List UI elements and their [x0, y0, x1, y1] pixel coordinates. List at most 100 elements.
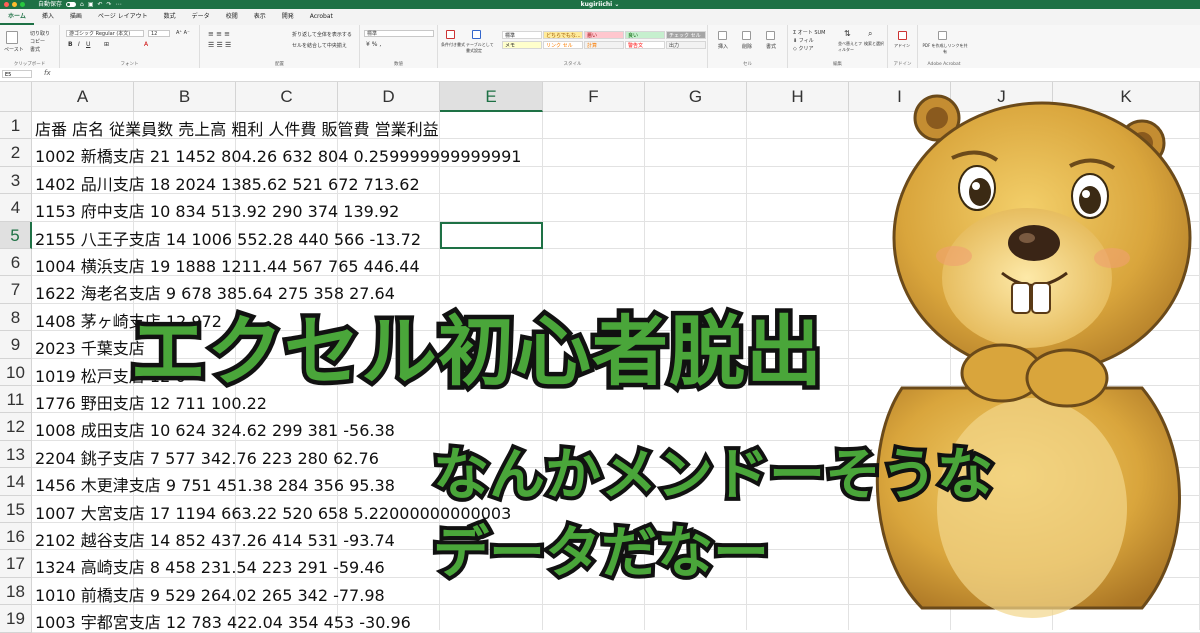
row-header[interactable]: 10 [0, 358, 32, 386]
create-pdf-button[interactable]: PDF を作成しリンクを共有 [922, 43, 968, 55]
cell-a13[interactable]: 2204 銚子支店 7 577 342.76 223 280 62.76 [35, 445, 379, 469]
row-header[interactable]: 12 [0, 413, 32, 441]
row-header[interactable]: 2 [0, 139, 32, 167]
pdf-icon[interactable] [938, 31, 947, 40]
border-icon[interactable]: ⊞ [104, 41, 109, 48]
font-name-select[interactable]: 游ゴシック Regular (本文) [66, 30, 144, 37]
tab-1[interactable]: 挿入 [34, 9, 62, 25]
column-header-c[interactable]: C [236, 82, 338, 112]
format-cells-button[interactable]: 書式 [766, 43, 776, 50]
font-size-select[interactable]: 12 [148, 30, 170, 37]
cell-style-chip[interactable]: 計算 [584, 41, 624, 49]
cell-style-chip[interactable]: メモ [502, 41, 542, 49]
paste-button[interactable]: ペースト [4, 46, 24, 53]
format-cells-icon[interactable] [766, 31, 775, 40]
row-header[interactable]: 16 [0, 523, 32, 551]
cell-a3[interactable]: 1402 品川支店 18 2024 1385.62 521 672 713.62 [35, 171, 420, 195]
cell-a18[interactable]: 1010 前橋支店 9 529 264.02 265 342 -77.98 [35, 582, 385, 606]
format-as-table-icon[interactable] [472, 30, 481, 39]
row-header[interactable]: 11 [0, 386, 32, 414]
format-as-table-button[interactable]: テーブルとして書式設定 [466, 42, 496, 54]
column-header-b[interactable]: B [134, 82, 236, 112]
format-painter-button[interactable]: 書式 [30, 46, 40, 53]
insert-cells-icon[interactable] [718, 31, 727, 40]
cell-a17[interactable]: 1324 高崎支店 8 458 231.54 223 291 -59.46 [35, 554, 385, 578]
delete-cells-button[interactable]: 削除 [742, 43, 752, 50]
autosum-button[interactable]: Σ オート SUM [793, 29, 826, 36]
fill-button[interactable]: ⬇ フィル [793, 37, 814, 44]
name-box[interactable]: E5 [2, 70, 32, 78]
find-select-button[interactable]: 検索と選択 [864, 41, 886, 47]
merge-center-button[interactable]: セルを結合して中央揃え [292, 42, 347, 49]
align-top-icon[interactable]: ≡ ≡ ≡ [208, 30, 230, 38]
row-header[interactable]: 17 [0, 550, 32, 578]
row-header[interactable]: 14 [0, 468, 32, 496]
tab-4[interactable]: 数式 [156, 9, 184, 25]
active-cell-e5[interactable] [440, 221, 543, 249]
cell-a2[interactable]: 1002 新橋支店 21 1452 804.26 632 804 0.25999… [35, 143, 521, 167]
formula-input[interactable] [58, 70, 1196, 78]
column-header-e[interactable]: E [440, 82, 543, 112]
cell-a16[interactable]: 2102 越谷支店 14 852 437.26 414 531 -93.74 [35, 527, 395, 551]
cell-a12[interactable]: 1008 成田支店 10 624 324.62 299 381 -56.38 [35, 417, 395, 441]
bold-button[interactable]: B [68, 41, 73, 48]
clear-button[interactable]: ◇ クリア [793, 45, 813, 52]
sort-filter-button[interactable]: 並べ替えとフィルター [838, 41, 862, 53]
row-header[interactable]: 7 [0, 276, 32, 304]
column-header-a[interactable]: A [32, 82, 134, 112]
font-color-icon[interactable]: A [144, 41, 148, 48]
cell-style-chip[interactable]: 悪い [584, 31, 624, 39]
tab-2[interactable]: 描画 [62, 9, 90, 25]
underline-button[interactable]: U [86, 41, 90, 48]
row-header[interactable]: 4 [0, 194, 32, 222]
cell-a4[interactable]: 1153 府中支店 10 834 513.92 290 374 139.92 [35, 198, 399, 222]
cell-style-chip[interactable]: リンク セル [543, 41, 583, 49]
row-header[interactable]: 15 [0, 495, 32, 523]
align-left-icon[interactable]: ☰ ☰ ☰ [208, 41, 231, 49]
cut-button[interactable]: 切り取り [30, 30, 50, 37]
column-header-f[interactable]: F [543, 82, 645, 112]
cell-style-chip[interactable]: 出力 [666, 41, 706, 49]
tab-7[interactable]: 表示 [246, 9, 274, 25]
tab-9[interactable]: Acrobat [302, 9, 341, 25]
row-header[interactable]: 19 [0, 605, 32, 633]
cell-style-chip[interactable]: 良い [625, 31, 665, 39]
insert-cells-button[interactable]: 挿入 [718, 43, 728, 50]
row-header[interactable]: 6 [0, 249, 32, 277]
tab-6[interactable]: 校閲 [218, 9, 246, 25]
cell-style-chip[interactable]: 警告文 [625, 41, 665, 49]
tab-0[interactable]: ホーム [0, 9, 34, 25]
row-header[interactable]: 18 [0, 577, 32, 606]
row-header[interactable]: 1 [0, 112, 32, 140]
cell-style-chip[interactable]: 標準 [502, 31, 542, 39]
row-header[interactable]: 9 [0, 331, 32, 359]
row-header[interactable]: 3 [0, 166, 32, 195]
currency-icon[interactable]: ¥ % , [366, 41, 381, 48]
fx-icon[interactable]: fx [44, 69, 51, 77]
wrap-text-button[interactable]: 折り返して全体を表示する [292, 31, 352, 38]
cell-a5[interactable]: 2155 八王子支店 14 1006 552.28 440 566 -13.72 [35, 226, 421, 250]
cell-a6[interactable]: 1004 横浜支店 19 1888 1211.44 567 765 446.44 [35, 253, 420, 277]
row-header[interactable]: 5 [0, 221, 32, 249]
cell-a9[interactable]: 2023 千葉支店 [35, 335, 145, 359]
addins-button[interactable]: アドイン [894, 43, 910, 49]
conditional-format-button[interactable]: 条件付き書式 [441, 42, 465, 48]
italic-button[interactable]: I [78, 41, 80, 48]
column-header-d[interactable]: D [338, 82, 440, 112]
cell-style-chip[interactable]: チェック セル [666, 31, 706, 39]
tab-5[interactable]: データ [184, 9, 218, 25]
paste-icon[interactable] [6, 31, 18, 44]
addins-icon[interactable] [898, 31, 907, 40]
copy-button[interactable]: コピー [30, 38, 45, 45]
row-header[interactable]: 13 [0, 440, 32, 469]
delete-cells-icon[interactable] [742, 31, 751, 40]
cell-style-chip[interactable]: どちらでもな... [543, 31, 583, 39]
column-header-h[interactable]: H [747, 82, 849, 112]
cell-a1[interactable]: 店番 店名 従業員数 売上高 粗利 人件費 販管費 営業利益 [35, 116, 439, 140]
tab-8[interactable]: 開発 [274, 9, 302, 25]
font-grow-icon[interactable]: A⁺ A⁻ [176, 30, 190, 36]
select-all-corner[interactable] [0, 82, 32, 112]
conditional-format-icon[interactable] [446, 30, 455, 39]
tab-3[interactable]: ページ レイアウト [90, 9, 156, 25]
cell-a19[interactable]: 1003 宇都宮支店 12 783 422.04 354 453 -30.96 [35, 609, 411, 633]
